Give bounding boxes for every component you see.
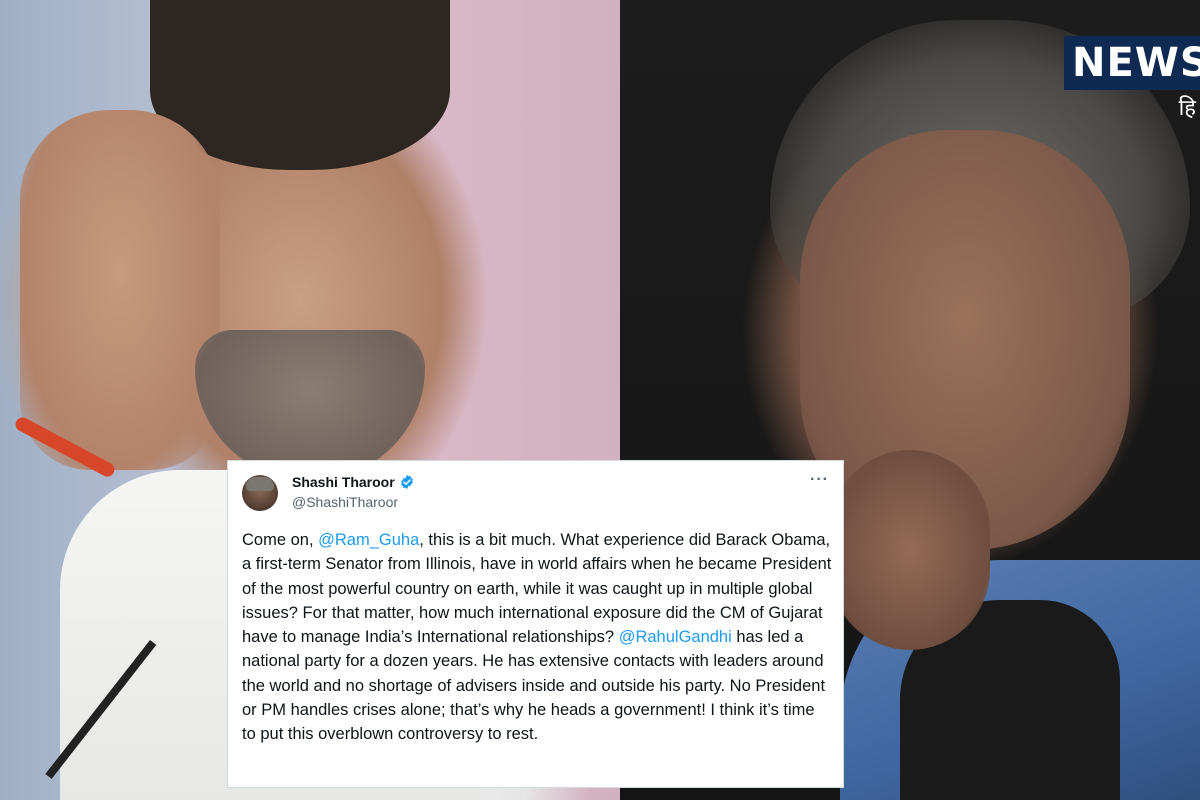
avatar[interactable] bbox=[242, 475, 278, 511]
news-logo-subtext: हि bbox=[1178, 96, 1196, 121]
news-logo: NEWS bbox=[1064, 36, 1200, 90]
avatar-hair bbox=[246, 477, 274, 491]
right-photo-hand bbox=[830, 450, 990, 650]
tweet-card: Shashi Tharoor @ShashiTharoor ··· Come o… bbox=[227, 460, 844, 788]
left-photo-hand bbox=[20, 110, 220, 470]
mention-ram-guha[interactable]: @Ram_Guha bbox=[318, 531, 419, 549]
tweet-text-part: Come on, bbox=[242, 531, 319, 549]
display-name[interactable]: Shashi Tharoor bbox=[292, 474, 395, 490]
verified-badge-icon bbox=[400, 475, 413, 489]
more-horizontal-icon[interactable]: ··· bbox=[810, 472, 829, 488]
handle[interactable]: @ShashiTharoor bbox=[292, 494, 398, 510]
tweet-text: Come on, @Ram_Guha, this is a bit much. … bbox=[242, 528, 832, 747]
mention-rahul-gandhi[interactable]: @RahulGandhi bbox=[619, 628, 732, 646]
name-row: Shashi Tharoor bbox=[292, 474, 415, 490]
